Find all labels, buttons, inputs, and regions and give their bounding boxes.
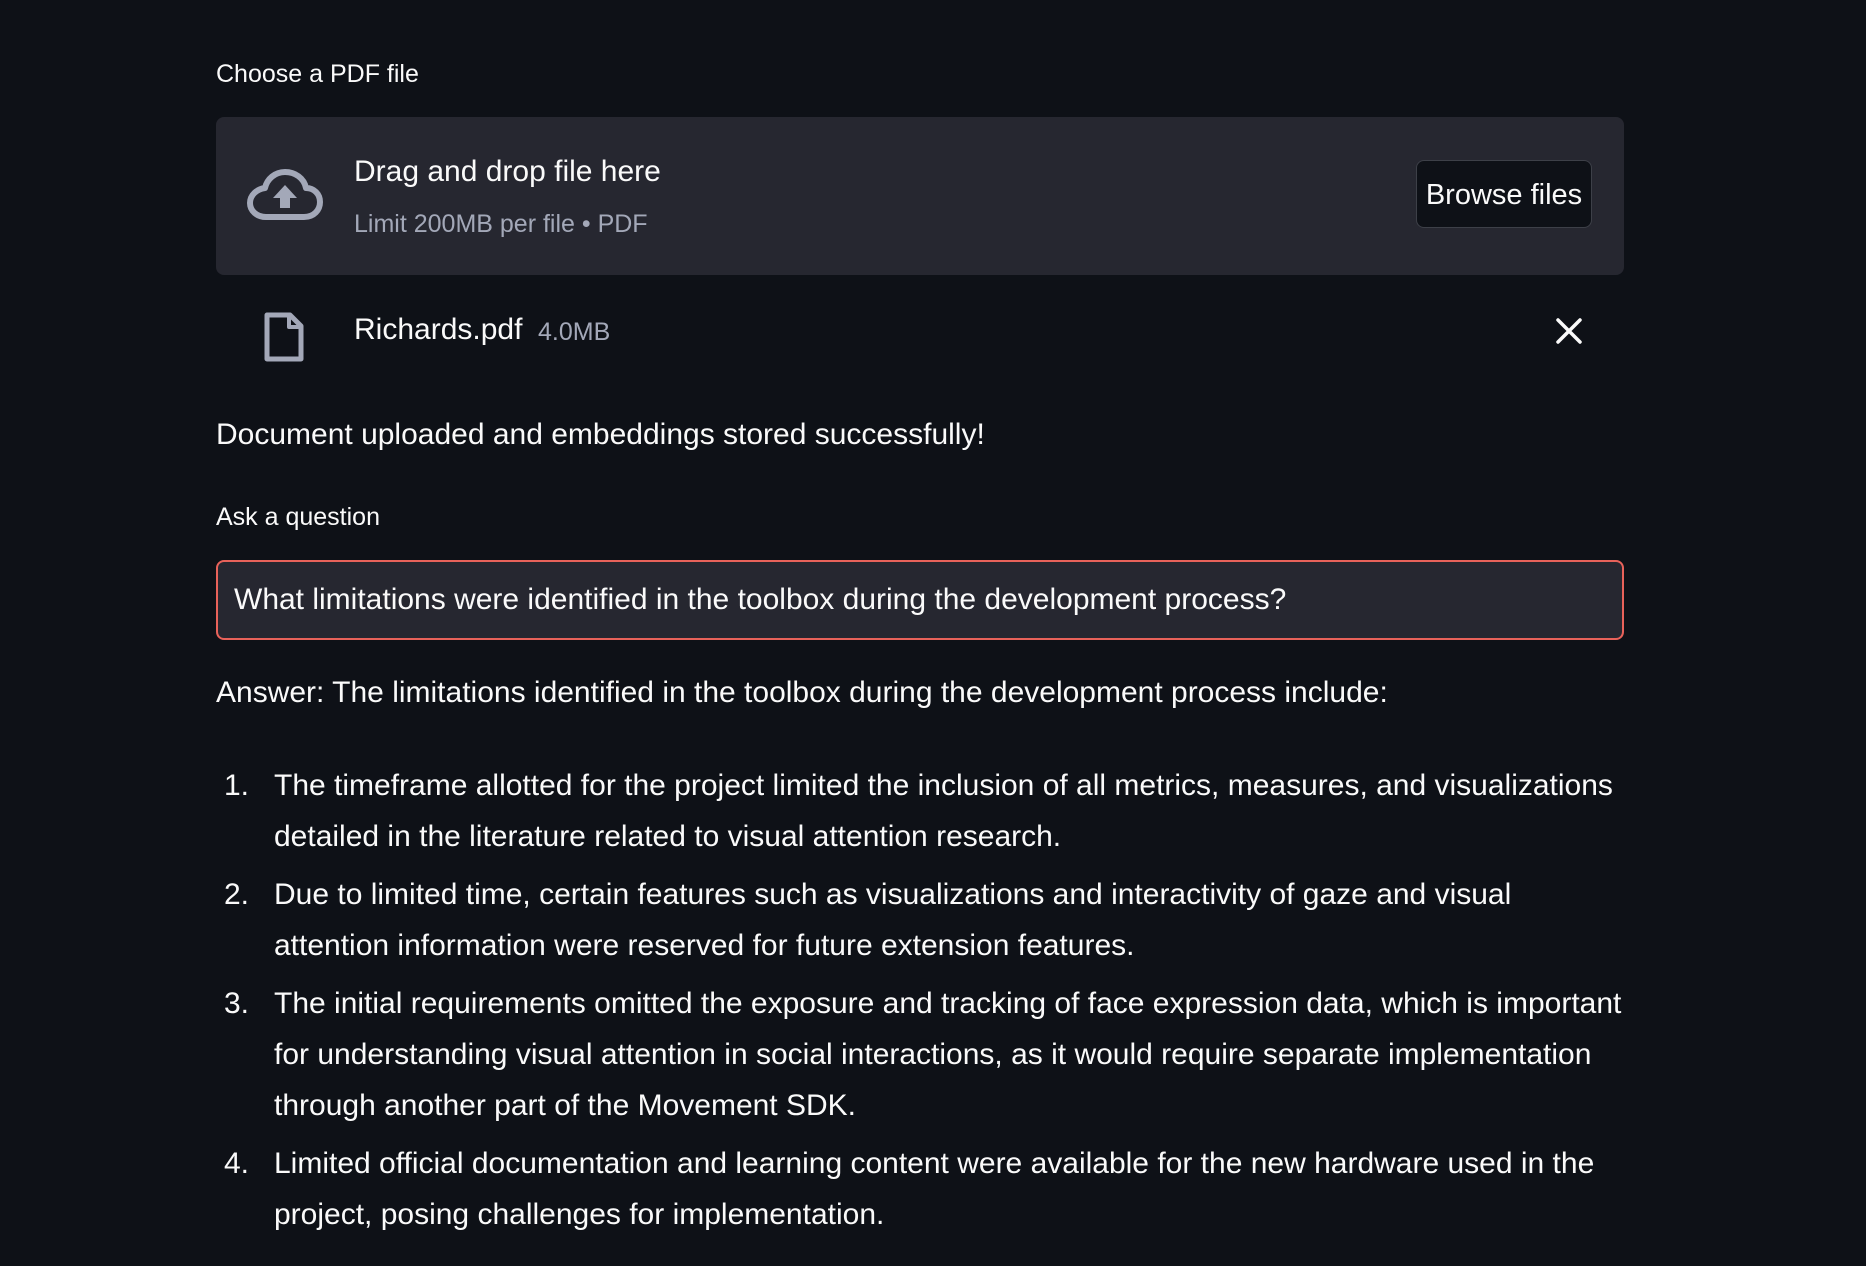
file-icon <box>264 312 304 362</box>
question-label: Ask a question <box>216 503 380 531</box>
answer-item-text: The initial requirements omitted the exp… <box>274 987 1622 1122</box>
answer-intro: Answer: The limitations identified in th… <box>216 676 1388 709</box>
answer-item-text: Limited official documentation and learn… <box>274 1147 1595 1231</box>
answer-list-item: 4. Limited official documentation and le… <box>216 1138 1624 1240</box>
dropzone-limit-text: Limit 200MB per file • PDF <box>354 210 648 238</box>
close-icon[interactable] <box>1554 316 1584 346</box>
file-uploader-label: Choose a PDF file <box>216 60 419 88</box>
uploaded-file-size: 4.0MB <box>538 318 611 346</box>
answer-list-item: 2. Due to limited time, certain features… <box>216 869 1624 971</box>
upload-success-message: Document uploaded and embeddings stored … <box>216 418 985 451</box>
answer-list-item: 3. The initial requirements omitted the … <box>216 978 1624 1131</box>
answer-list-item: 1. The timeframe allotted for the projec… <box>216 760 1624 862</box>
uploaded-file-name: Richards.pdf <box>354 313 523 346</box>
uploaded-file-row: Richards.pdf 4.0MB <box>216 298 1624 370</box>
question-input[interactable] <box>216 560 1624 640</box>
cloud-upload-icon <box>247 169 323 220</box>
answer-list: 1. The timeframe allotted for the projec… <box>216 760 1624 1247</box>
answer-item-number: 1. <box>224 769 250 802</box>
file-dropzone[interactable]: Drag and drop file here Limit 200MB per … <box>216 117 1624 275</box>
answer-item-number: 2. <box>224 878 250 911</box>
dropzone-title: Drag and drop file here <box>354 155 661 188</box>
answer-item-number: 4. <box>224 1147 250 1180</box>
browse-files-button[interactable]: Browse files <box>1416 160 1592 228</box>
answer-item-text: The timeframe allotted for the project l… <box>274 769 1613 853</box>
answer-item-text: Due to limited time, certain features su… <box>274 878 1512 962</box>
answer-item-number: 3. <box>224 987 250 1020</box>
